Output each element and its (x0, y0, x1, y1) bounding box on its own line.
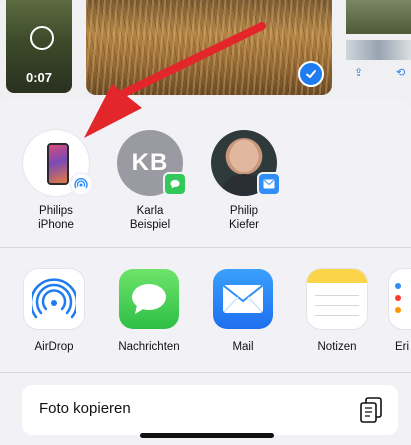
select-circle-icon[interactable] (30, 26, 54, 50)
app-notizen[interactable]: Notizen (295, 269, 379, 353)
mail-icon (213, 269, 273, 329)
app-mail[interactable]: Mail (201, 269, 285, 353)
copy-icon (358, 396, 384, 429)
airdrop-badge-icon (69, 172, 93, 196)
app-name: Notizen (317, 341, 357, 353)
photo-thumbnail-mini[interactable] (346, 40, 411, 60)
app-erinnerungen[interactable]: Eri (389, 269, 411, 353)
messages-icon (119, 269, 179, 329)
contact-label-line1: Philip (229, 205, 259, 217)
share-sheet-screen: 0:07 ⇪ ⟲ Philips iPhone KB Karla Beispie… (0, 0, 411, 445)
airdrop-icon (24, 269, 84, 329)
app-name: Nachrichten (118, 341, 180, 353)
mail-badge-icon (257, 172, 281, 196)
copy-photo-action[interactable]: Foto kopieren (22, 385, 398, 435)
home-indicator (140, 433, 274, 438)
notes-icon (307, 269, 367, 329)
contact-label-line2: Kiefer (228, 219, 260, 231)
share-icon[interactable]: ⇪ (354, 66, 363, 79)
contact-philip-kiefer[interactable]: Philip Kiefer (204, 130, 284, 232)
contact-label-line1: Karla (136, 205, 164, 217)
section-divider (0, 372, 411, 373)
reminders-icon (389, 269, 411, 329)
checkmark-icon (298, 61, 324, 87)
app-name: AirDrop (34, 341, 74, 353)
app-name: Eri (395, 341, 410, 353)
messages-badge-icon (163, 172, 187, 196)
preview-toolbar: ⇪ ⟲ (346, 64, 411, 84)
link-icon[interactable]: ⟲ (396, 66, 405, 79)
app-name: Mail (232, 341, 254, 353)
app-airdrop[interactable]: AirDrop (12, 269, 96, 353)
app-nachrichten[interactable]: Nachrichten (107, 269, 191, 353)
section-divider (0, 247, 411, 248)
selected-photo-thumbnail[interactable] (86, 0, 332, 95)
iphone-icon (47, 143, 69, 185)
video-thumbnail[interactable]: 0:07 (6, 0, 72, 93)
video-duration: 0:07 (25, 70, 53, 85)
contact-karla-beispiel[interactable]: KB Karla Beispiel (110, 130, 190, 232)
photo-strip: 0:07 ⇪ ⟲ (0, 0, 411, 96)
contact-label-line2: Beispiel (129, 219, 171, 231)
copy-photo-label: Foto kopieren (39, 400, 131, 417)
contact-label-line1: Philips (39, 205, 73, 217)
contact-philips-iphone[interactable]: Philips iPhone (16, 130, 96, 232)
contact-label-line2: iPhone (38, 219, 74, 231)
photo-thumbnail-right[interactable] (346, 0, 411, 34)
